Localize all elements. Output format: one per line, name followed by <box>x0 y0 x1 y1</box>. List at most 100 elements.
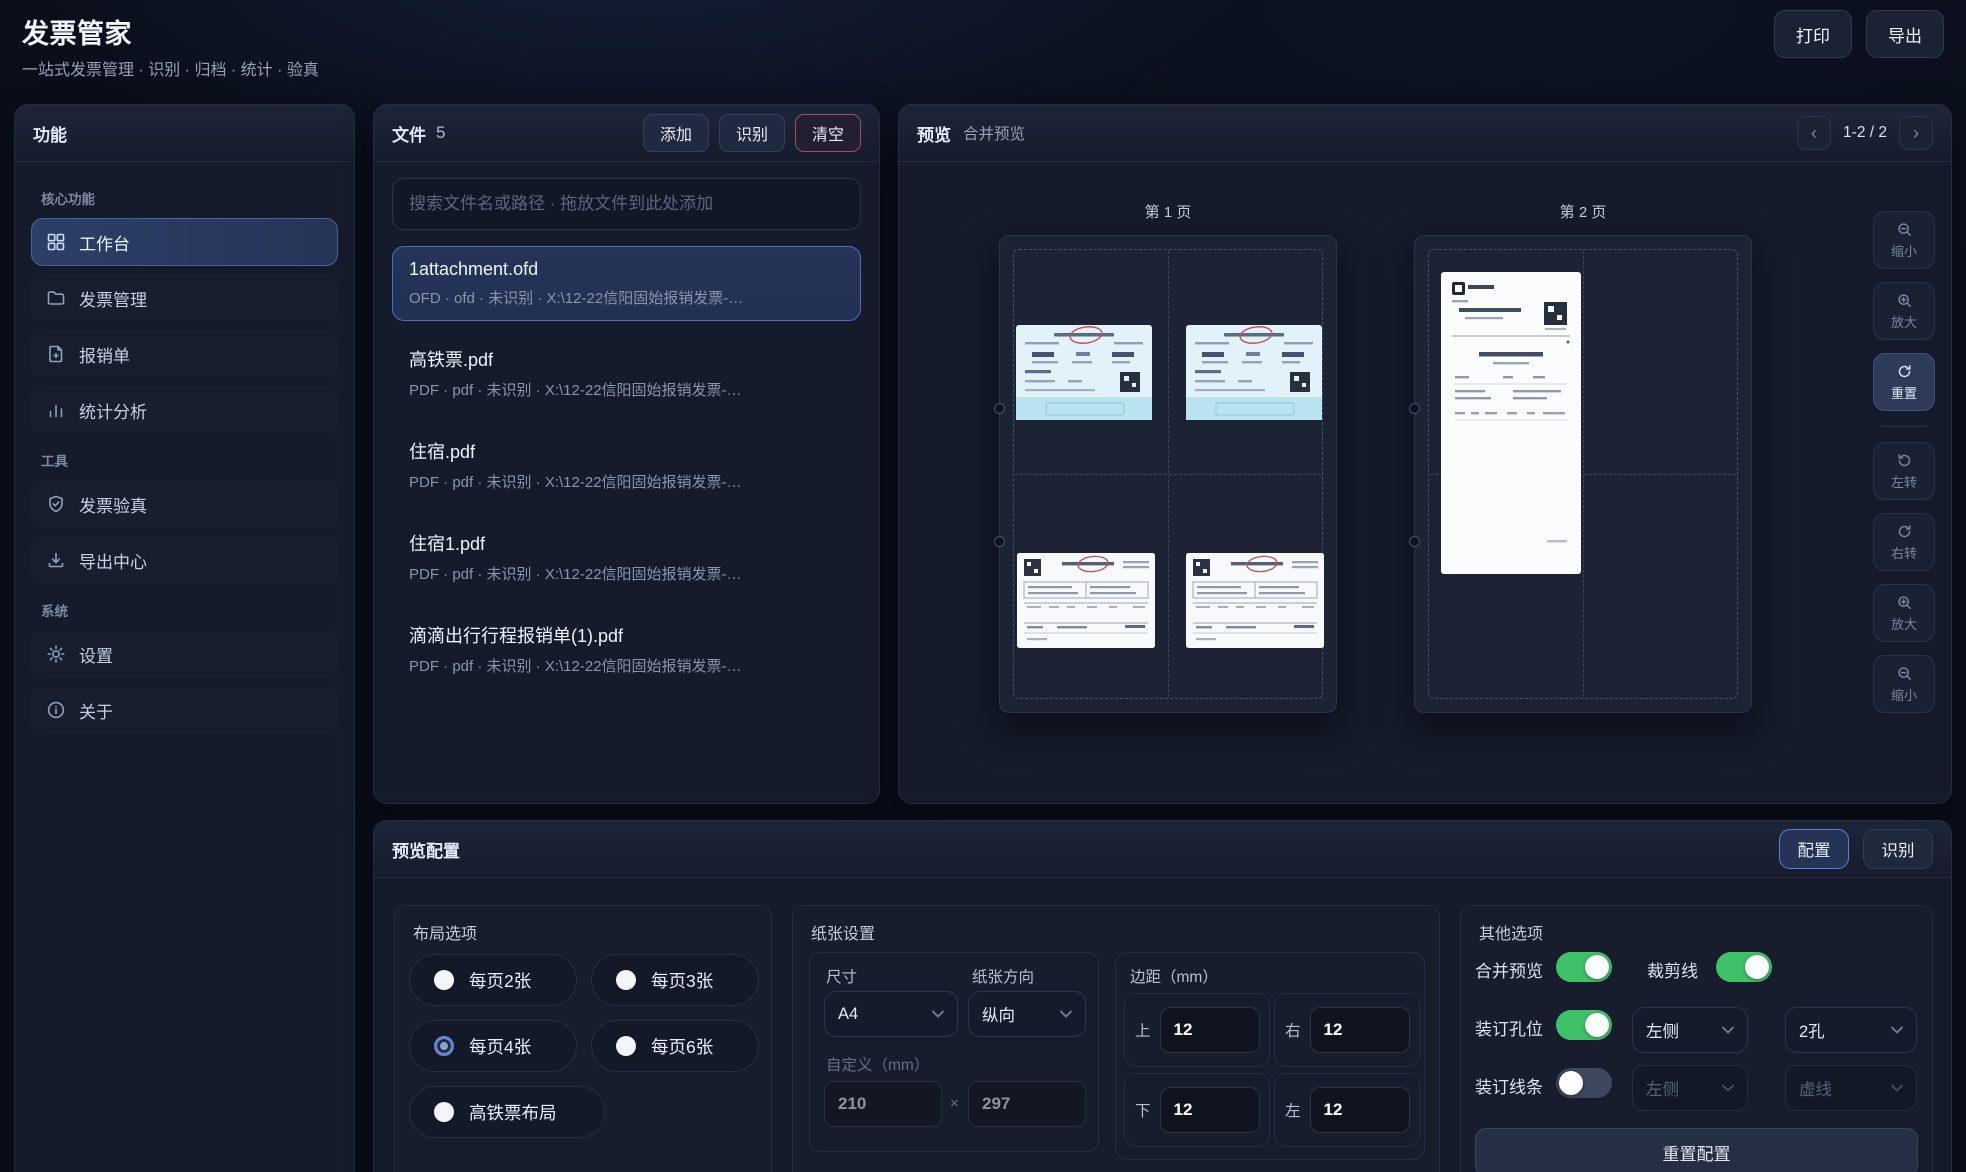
binding-holes-toggle[interactable] <box>1556 1010 1612 1040</box>
nav-section-system: 系统 <box>41 600 328 620</box>
preview-toolbar: 缩小 放大 重置 左转 右转 放大 <box>1873 211 1935 713</box>
binding-line-style-value: 虚线 <box>1799 1076 1832 1100</box>
margin-top-label: 上 <box>1135 1019 1151 1041</box>
sidebar-item-label: 工作台 <box>79 230 130 255</box>
tool-label: 重置 <box>1891 383 1917 402</box>
margins-title: 边距（mm） <box>1130 965 1218 987</box>
sidebar-item-workbench[interactable]: 工作台 <box>31 218 338 266</box>
layout-option-train-ticket[interactable]: 高铁票布局 <box>409 1086 605 1138</box>
binding-line-side-select[interactable]: 左侧 <box>1632 1065 1748 1111</box>
sidebar-item-settings[interactable]: 设置 <box>31 630 338 678</box>
file-item[interactable]: 住宿1.pdf PDF · pdf · 未识别 · X:\12-22信阳固始报销… <box>392 517 861 597</box>
sidebar-item-label: 发票验真 <box>79 492 147 517</box>
custom-width-input[interactable] <box>824 1081 942 1127</box>
sidebar-item-invoice-verify[interactable]: 发票验真 <box>31 480 338 528</box>
margin-left-group: 左 <box>1274 1073 1420 1147</box>
sidebar-item-label: 统计分析 <box>79 398 147 423</box>
sidebar-item-invoice-management[interactable]: 发票管理 <box>31 274 338 322</box>
zoom-in-icon <box>1896 292 1913 309</box>
folder-icon <box>46 288 66 308</box>
print-button[interactable]: 打印 <box>1774 10 1852 58</box>
clear-files-button[interactable]: 清空 <box>795 114 861 152</box>
layout-option-label: 每页6张 <box>651 1034 713 1059</box>
recognize-files-button[interactable]: 识别 <box>719 114 785 152</box>
zoom-out-icon <box>1896 221 1913 238</box>
margin-left-input[interactable] <box>1310 1087 1410 1133</box>
orientation-select[interactable]: 纵向 <box>968 991 1086 1037</box>
rotate-right-button[interactable]: 右转 <box>1873 513 1935 571</box>
layout-option-4-per-page[interactable]: 每页4张 <box>409 1020 577 1072</box>
reset-config-button[interactable]: 重置配置 <box>1475 1128 1918 1172</box>
next-page-button[interactable]: › <box>1899 116 1933 150</box>
custom-height-input[interactable] <box>968 1081 1086 1127</box>
rotate-left-icon <box>1896 452 1913 469</box>
margin-right-group: 右 <box>1274 993 1420 1067</box>
sidebar-item-reimbursement[interactable]: 报销单 <box>31 330 338 378</box>
file-name: 滴滴出行行程报销单(1).pdf <box>409 622 844 648</box>
sidebar-item-export-center[interactable]: 导出中心 <box>31 536 338 584</box>
reset-zoom-button[interactable]: 重置 <box>1873 353 1935 411</box>
files-title: 文件 <box>392 121 426 146</box>
preview-mode-label: 合并预览 <box>963 122 1025 144</box>
layout-options-box: 布局选项 每页2张 每页3张 每页4张 每页6张 高铁票布局 <box>394 905 772 1172</box>
rotate-right-icon <box>1896 523 1913 540</box>
sidebar-item-statistics[interactable]: 统计分析 <box>31 386 338 434</box>
preview-page-1 <box>999 235 1337 713</box>
add-files-button[interactable]: 添加 <box>643 114 709 152</box>
file-item[interactable]: 住宿.pdf PDF · pdf · 未识别 · X:\12-22信阳固始报销发… <box>392 425 861 505</box>
layout-option-2-per-page[interactable]: 每页2张 <box>409 954 577 1006</box>
binding-holes-side-select[interactable]: 左侧 <box>1632 1007 1748 1053</box>
gear-icon <box>46 644 66 664</box>
margin-top-input[interactable] <box>1160 1007 1260 1053</box>
chevron-down-icon <box>1722 1084 1734 1092</box>
margin-right-input[interactable] <box>1310 1007 1410 1053</box>
zoom-out-button[interactable]: 缩小 <box>1873 211 1935 269</box>
files-count: 5 <box>436 123 445 143</box>
layout-option-6-per-page[interactable]: 每页6张 <box>591 1020 759 1072</box>
binding-line-style-select[interactable]: 虚线 <box>1785 1065 1917 1111</box>
file-item[interactable]: 高铁票.pdf PDF · pdf · 未识别 · X:\12-22信阳固始报销… <box>392 333 861 413</box>
zoom-out-button[interactable]: 缩小 <box>1873 655 1935 713</box>
file-meta: OFD · ofd · 未识别 · X:\12-22信阳固始报销发票-… <box>409 287 844 308</box>
layout-option-label: 每页4张 <box>469 1034 531 1059</box>
layout-option-3-per-page[interactable]: 每页3张 <box>591 954 759 1006</box>
file-item[interactable]: 滴滴出行行程报销单(1).pdf PDF · pdf · 未识别 · X:\12… <box>392 609 861 689</box>
tool-label: 缩小 <box>1891 685 1917 704</box>
chevron-down-icon <box>1722 1026 1734 1034</box>
sidebar-item-label: 发票管理 <box>79 286 147 311</box>
file-name: 住宿1.pdf <box>409 530 844 556</box>
zoom-in-button[interactable]: 放大 <box>1873 584 1935 642</box>
binding-holes-type-select[interactable]: 2孔 <box>1785 1007 1917 1053</box>
layout-options-title: 布局选项 <box>413 920 477 944</box>
sidebar-item-about[interactable]: 关于 <box>31 686 338 734</box>
zoom-in-button[interactable]: 放大 <box>1873 282 1935 340</box>
orientation-label: 纸张方向 <box>972 965 1034 987</box>
file-name: 住宿.pdf <box>409 438 844 464</box>
toolbar-divider <box>1881 426 1927 427</box>
file-item[interactable]: 1attachment.ofd OFD · ofd · 未识别 · X:\12-… <box>392 246 861 321</box>
export-button[interactable]: 导出 <box>1866 10 1944 58</box>
file-list: 1attachment.ofd OFD · ofd · 未识别 · X:\12-… <box>374 234 879 713</box>
prev-page-button[interactable]: ‹ <box>1797 116 1831 150</box>
binding-line-label: 装订线条 <box>1475 1073 1543 1098</box>
other-options-box: 其他选项 合并预览 裁剪线 装订孔位 左侧 2孔 装订线条 左侧 虚线 <box>1460 905 1933 1172</box>
search-input[interactable] <box>392 178 861 230</box>
radio-icon <box>434 970 454 990</box>
config-tab-button[interactable]: 配置 <box>1779 829 1849 869</box>
binding-line-toggle[interactable] <box>1556 1068 1612 1098</box>
tool-label: 左转 <box>1891 472 1917 491</box>
cut-line-toggle[interactable] <box>1716 952 1772 982</box>
config-title: 预览配置 <box>392 837 460 862</box>
didi-itinerary-thumbnail <box>1441 272 1581 574</box>
files-actions: 添加 识别 清空 <box>643 114 861 152</box>
merge-preview-toggle[interactable] <box>1556 952 1612 982</box>
page-range: 1-2 / 2 <box>1843 124 1887 142</box>
rotate-left-button[interactable]: 左转 <box>1873 442 1935 500</box>
preview-header: 预览 合并预览 ‹ 1-2 / 2 › <box>899 105 1951 162</box>
paper-size-select[interactable]: A4 <box>824 991 958 1037</box>
margin-bottom-input[interactable] <box>1160 1087 1260 1133</box>
info-icon <box>46 700 66 720</box>
binding-hole <box>1409 403 1420 414</box>
recognize-tab-button[interactable]: 识别 <box>1863 829 1933 869</box>
paper-size-group: 尺寸 纸张方向 A4 纵向 自定义（mm） × <box>809 952 1099 1152</box>
